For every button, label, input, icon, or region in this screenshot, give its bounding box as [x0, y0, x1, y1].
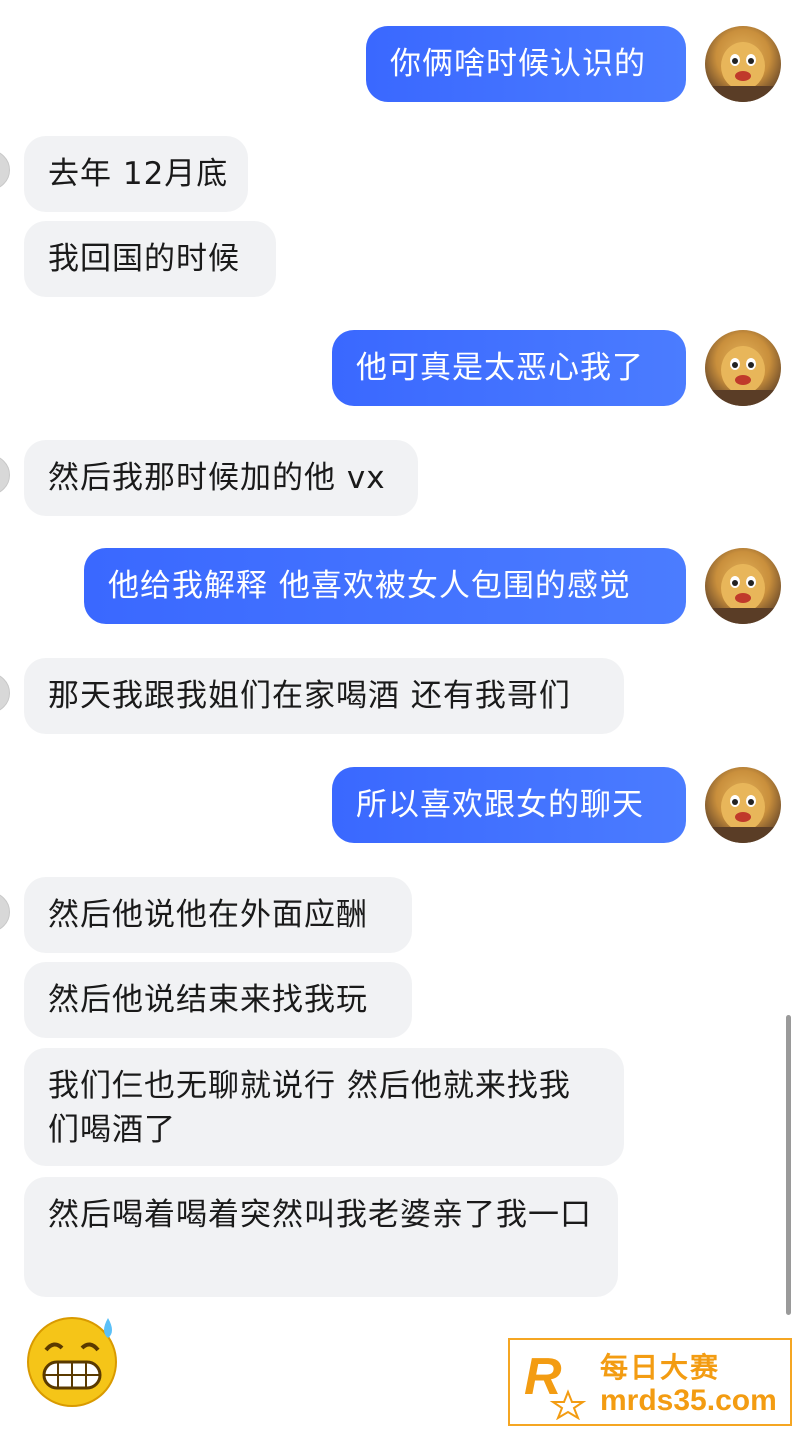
peer-avatar[interactable] — [0, 673, 10, 713]
svg-text:R: R — [524, 1348, 562, 1406]
cartoon-avatar-icon — [705, 783, 781, 843]
cartoon-avatar-icon — [705, 346, 781, 406]
scrollbar[interactable] — [786, 1015, 791, 1315]
cartoon-avatar-icon — [705, 42, 781, 102]
grinning-sweat-emoji-icon[interactable] — [24, 1310, 124, 1410]
message-bubble-incoming[interactable]: 然后他说他在外面应酬 — [24, 877, 412, 953]
message-bubble-incoming[interactable]: 然后喝着喝着突然叫我老婆亲了我一口 — [24, 1177, 618, 1297]
message-bubble-incoming[interactable]: 我们仨也无聊就说行 然后他就来找我们喝酒了 — [24, 1048, 624, 1166]
peer-avatar[interactable] — [0, 892, 10, 932]
watermark-url: mrds35.com — [600, 1384, 777, 1417]
message-bubble-outgoing[interactable]: 所以喜欢跟女的聊天 — [332, 767, 686, 843]
cartoon-avatar-icon — [705, 564, 781, 624]
message-bubble-outgoing[interactable]: 他可真是太恶心我了 — [332, 330, 686, 406]
message-bubble-incoming[interactable]: 然后我那时候加的他 vx — [24, 440, 418, 516]
peer-avatar[interactable] — [0, 150, 10, 190]
peer-avatar[interactable] — [0, 455, 10, 495]
message-bubble-incoming[interactable]: 那天我跟我姐们在家喝酒 还有我哥们 — [24, 658, 624, 734]
watermark-r-logo-icon: R — [524, 1348, 587, 1420]
user-avatar[interactable] — [705, 26, 781, 102]
watermark-title: 每日大赛 — [600, 1351, 721, 1384]
message-bubble-outgoing[interactable]: 他给我解释 他喜欢被女人包围的感觉 — [84, 548, 686, 624]
message-bubble-incoming[interactable]: 去年 12月底 — [24, 136, 248, 212]
user-avatar[interactable] — [705, 767, 781, 843]
message-bubble-incoming[interactable]: 然后他说结束来找我玩 — [24, 962, 412, 1038]
message-bubble-outgoing[interactable]: 你俩啥时候认识的 — [366, 26, 686, 102]
watermark-logo: R 每日大赛 mrds35.com — [508, 1338, 792, 1426]
user-avatar[interactable] — [705, 330, 781, 406]
user-avatar[interactable] — [705, 548, 781, 624]
message-bubble-incoming[interactable]: 我回国的时候 — [24, 221, 276, 297]
